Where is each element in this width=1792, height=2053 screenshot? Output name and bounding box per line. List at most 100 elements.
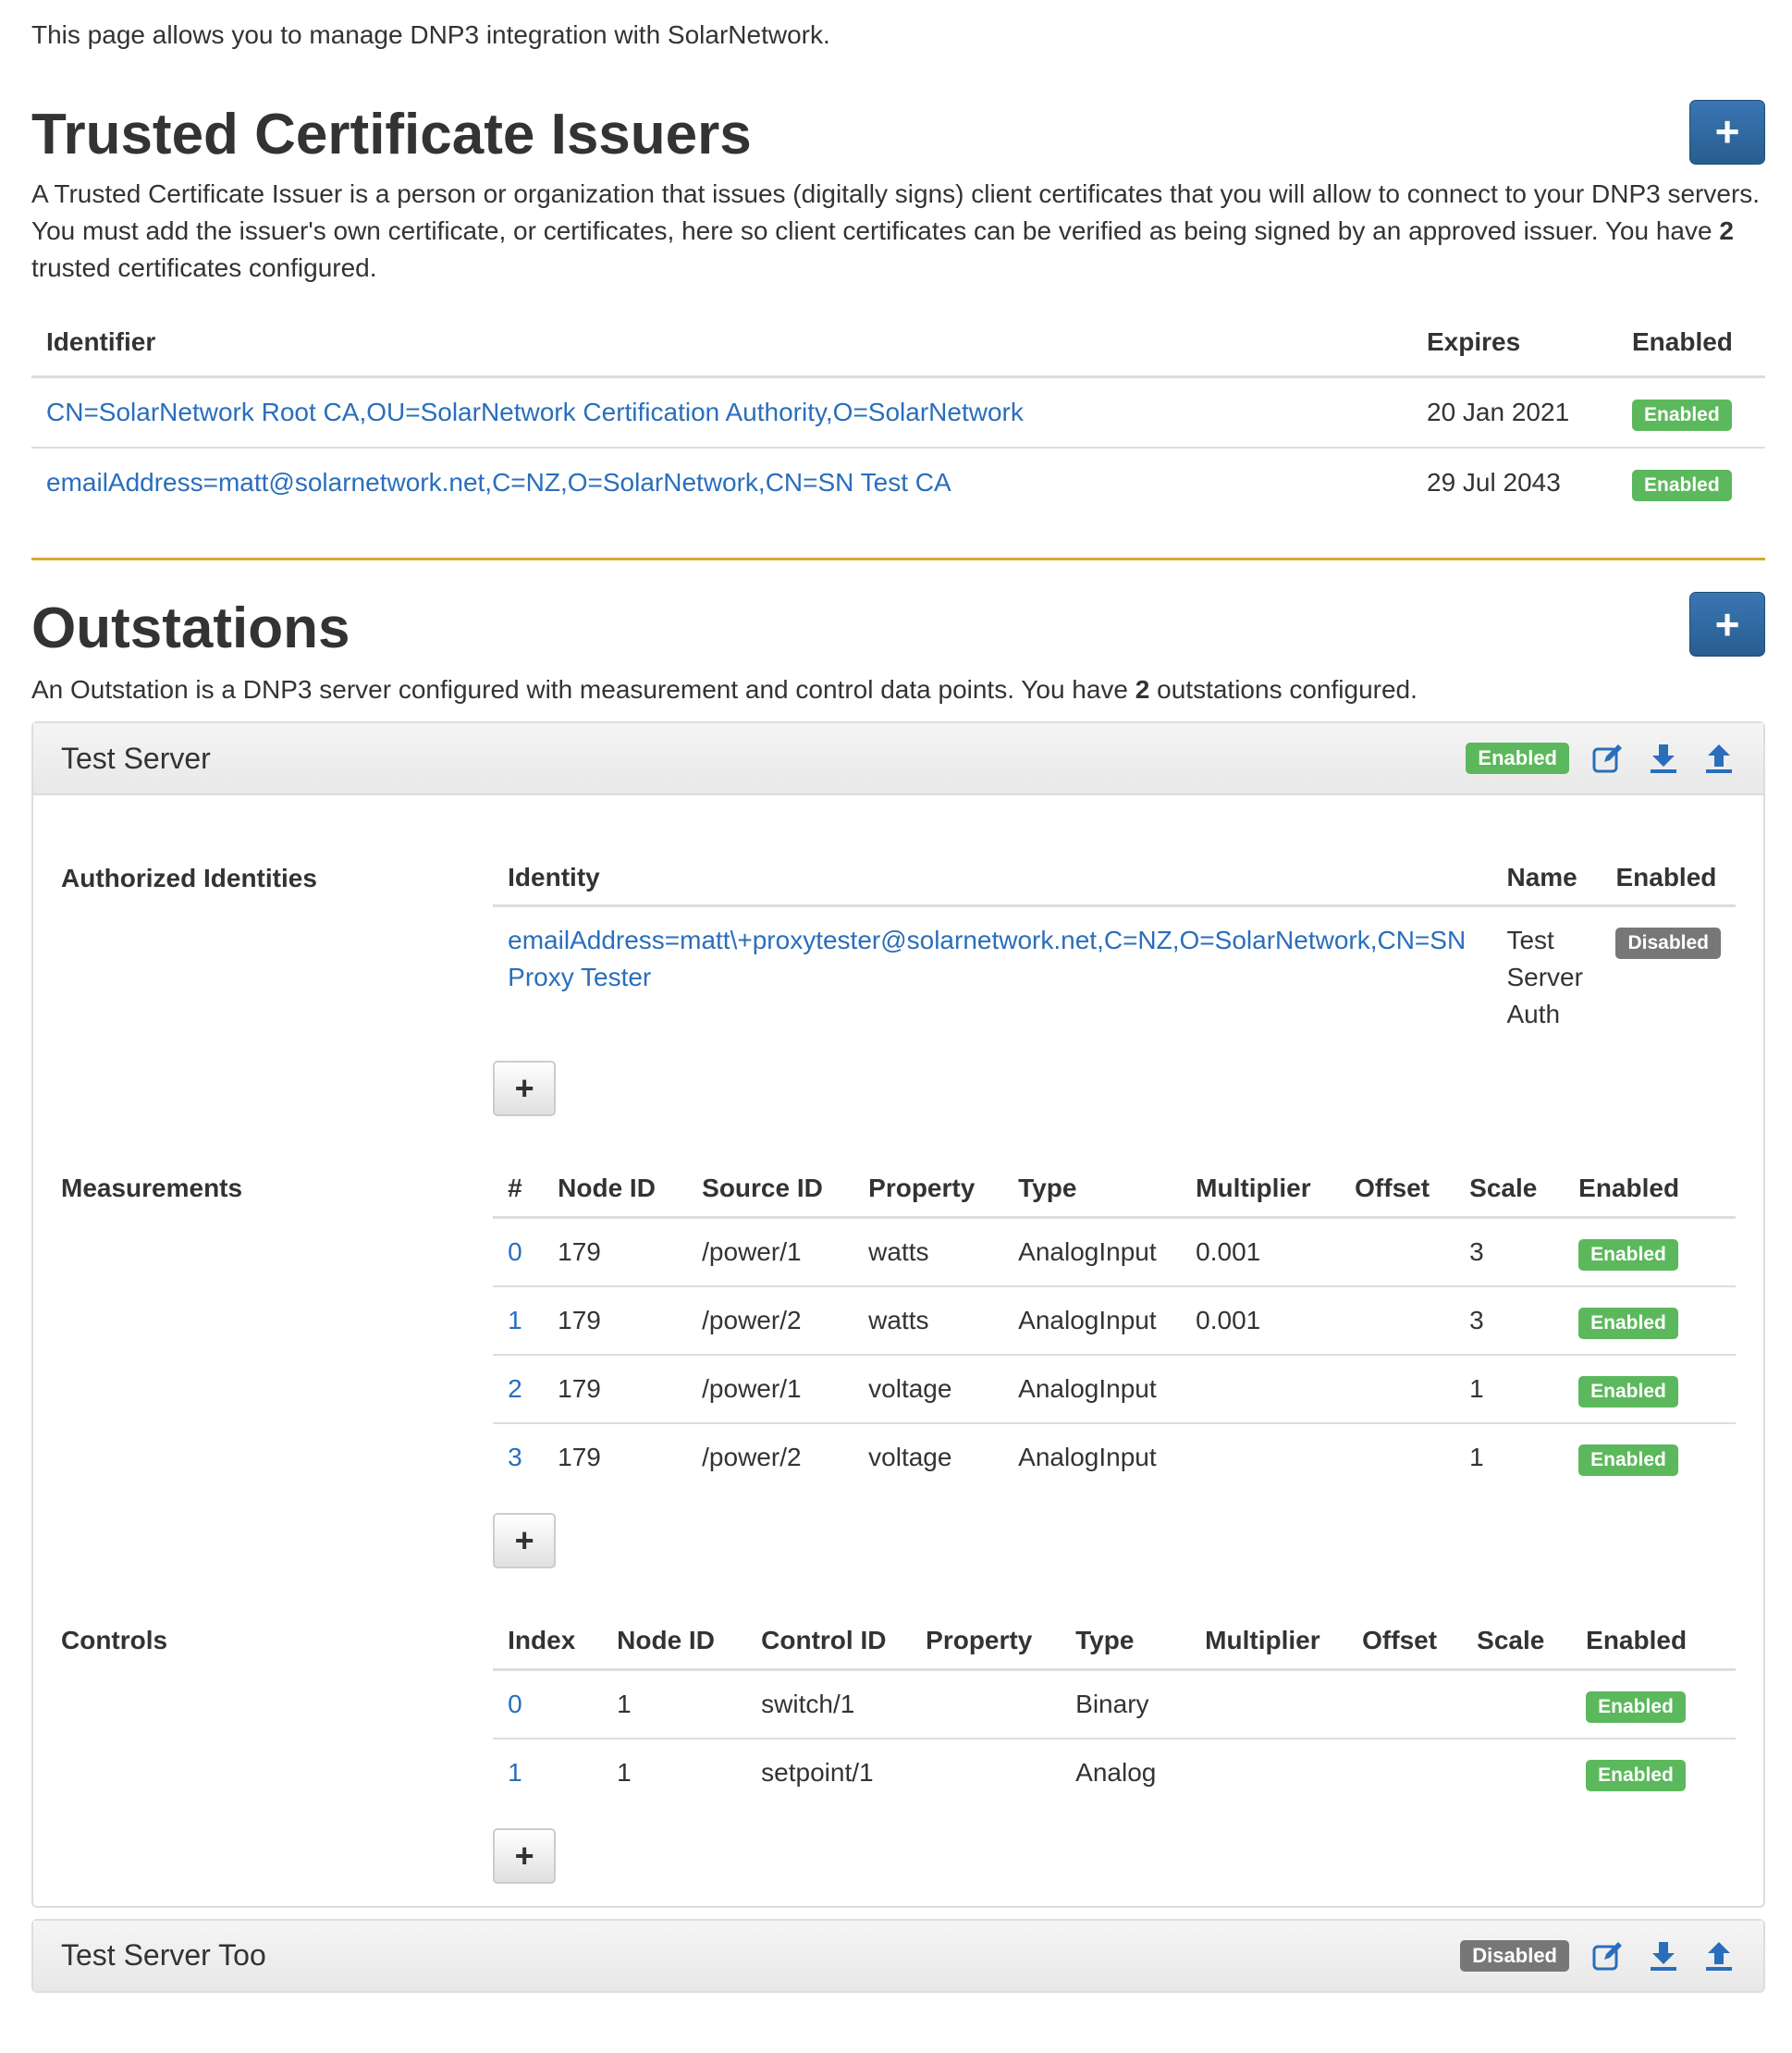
measurement-index-link[interactable]: 0 [508, 1237, 522, 1266]
column-header: Type [1003, 1150, 1182, 1219]
property-cell [911, 1739, 1061, 1806]
multiplier-cell [1190, 1739, 1347, 1806]
upload-icon[interactable] [1702, 1939, 1736, 1973]
control-id-cell: setpoint/1 [761, 1757, 874, 1787]
column-header: Multiplier [1190, 1603, 1348, 1671]
intro-text: This page allows you to manage DNP3 inte… [31, 20, 830, 49]
table-row: emailAddress=matt\+proxytester@solarnetw… [493, 906, 1736, 1061]
add-outstation-button[interactable]: + [1689, 592, 1765, 658]
plus-icon: + [514, 1069, 534, 1108]
column-header: Index [493, 1603, 603, 1671]
outstations-count: 2 [1135, 675, 1150, 705]
type-cell: AnalogInput [1003, 1354, 1182, 1424]
node-id-cell: 1 [602, 1669, 747, 1740]
status-badge: Enabled [1632, 400, 1732, 432]
upload-icon[interactable] [1702, 742, 1736, 775]
status-badge: Enabled [1578, 1307, 1678, 1339]
column-header: Identity [493, 840, 1492, 908]
multiplier-cell: 0.001 [1181, 1285, 1341, 1356]
control-index-link[interactable]: 0 [508, 1690, 522, 1718]
type-cell: AnalogInput [1003, 1285, 1182, 1356]
source-id-cell: /power/2 [687, 1285, 854, 1356]
column-header: Property [911, 1603, 1062, 1671]
add-issuer-button[interactable]: + [1689, 100, 1765, 165]
outstation-panel-header[interactable]: Test Server Too Disabled [33, 1920, 1763, 1991]
column-header: Identifier [31, 290, 1412, 379]
identity-link[interactable]: emailAddress=matt\+proxytester@solarnetw… [508, 926, 1466, 991]
outstation-tools: Enabled [1466, 742, 1736, 775]
table-row: 1 179 /power/2 watts AnalogInput 0.001 3… [493, 1285, 1736, 1356]
expires-cell: 20 Jan 2021 [1412, 376, 1617, 449]
node-id-cell: 179 [558, 1442, 601, 1471]
issuers-count: 2 [1719, 216, 1734, 246]
measurements-section: Measurements # Node ID Source ID Propert… [61, 1150, 1736, 1568]
scale-cell: 1 [1454, 1354, 1565, 1424]
outstation-name: Test Server Too [61, 1937, 266, 1972]
table-header-row: Identity Name Enabled [493, 840, 1736, 908]
column-header: Control ID [746, 1603, 912, 1671]
node-id-cell: 179 [543, 1217, 688, 1287]
edit-icon[interactable] [1591, 1939, 1625, 1973]
plus-icon: + [1714, 107, 1740, 156]
offset-cell [1347, 1739, 1462, 1806]
property-cell: watts [853, 1285, 1004, 1356]
section-divider [31, 558, 1765, 561]
measurement-index-link[interactable]: 1 [508, 1306, 522, 1334]
issuer-link[interactable]: emailAddress=matt@solarnetwork.net,C=NZ,… [46, 468, 951, 497]
page-content: This page allows you to manage DNP3 inte… [31, 0, 1765, 1993]
column-header: Node ID [602, 1603, 747, 1671]
type-cell: Analog [1075, 1757, 1157, 1787]
download-icon[interactable] [1647, 742, 1680, 775]
edit-icon[interactable] [1591, 742, 1625, 775]
plus-icon: + [514, 1837, 534, 1875]
column-header: Enabled [1617, 290, 1765, 379]
measurement-index-link[interactable]: 3 [508, 1443, 522, 1471]
offset-cell [1340, 1354, 1455, 1424]
add-identity-button[interactable]: + [493, 1060, 557, 1116]
column-header: Type [1061, 1603, 1191, 1671]
control-id-cell: switch/1 [746, 1669, 912, 1740]
controls-table: Index Node ID Control ID Property Type M… [493, 1603, 1736, 1806]
add-measurement-button[interactable]: + [493, 1512, 557, 1568]
outstations-desc-after: outstations configured. [1157, 675, 1418, 705]
outstation-panel-body: Authorized Identities Identity Name Enab… [33, 795, 1763, 1905]
plus-icon: + [514, 1521, 534, 1560]
multiplier-cell [1181, 1423, 1340, 1491]
table-row: 3 179 /power/2 voltage AnalogInput 1 Ena… [493, 1423, 1736, 1491]
measurement-index-link[interactable]: 2 [508, 1374, 522, 1403]
scale-cell: 1 [1469, 1442, 1484, 1471]
multiplier-cell [1190, 1669, 1348, 1740]
issuers-title: Trusted Certificate Issuers [31, 103, 752, 166]
outstation-panel-header[interactable]: Test Server Enabled [33, 723, 1763, 796]
section-label: Controls [61, 1625, 168, 1654]
issuers-desc-before: A Trusted Certificate Issuer is a person… [31, 179, 1761, 246]
offset-cell [1340, 1423, 1454, 1491]
status-badge: Enabled [1578, 1375, 1678, 1408]
offset-cell [1340, 1217, 1455, 1287]
column-header: Offset [1340, 1150, 1455, 1219]
column-header: Node ID [543, 1150, 688, 1219]
outstations-header: Outstations + [31, 592, 1765, 660]
plus-icon: + [1714, 599, 1740, 648]
download-icon[interactable] [1647, 1939, 1680, 1973]
control-index-link[interactable]: 1 [508, 1758, 522, 1787]
issuers-table: Identifier Expires Enabled CN=SolarNetwo… [31, 290, 1765, 517]
table-row: emailAddress=matt@solarnetwork.net,C=NZ,… [31, 448, 1765, 517]
add-control-button[interactable]: + [493, 1827, 557, 1884]
section-label: Authorized Identities [61, 864, 317, 893]
node-id-cell: 179 [543, 1354, 688, 1424]
identities-table: Identity Name Enabled emailAddress=matt\… [493, 840, 1736, 1060]
scale-cell [1462, 1739, 1571, 1806]
column-header: Scale [1462, 1603, 1572, 1671]
issuers-desc-after: trusted certificates configured. [31, 253, 377, 283]
issuer-link[interactable]: CN=SolarNetwork Root CA,OU=SolarNetwork … [46, 398, 1024, 426]
controls-section: Controls Index Node ID Control ID Proper… [61, 1603, 1736, 1884]
source-id-cell: /power/2 [702, 1442, 802, 1471]
source-id-cell: /power/1 [687, 1217, 854, 1287]
table-header-row: Index Node ID Control ID Property Type M… [493, 1603, 1736, 1671]
column-header: Enabled [1601, 840, 1736, 908]
scale-cell: 3 [1454, 1285, 1565, 1356]
column-header: Enabled [1571, 1603, 1736, 1671]
outstation-panel: Test Server Enabled Authorized Identitie… [31, 721, 1765, 1908]
table-row: 0 179 /power/1 watts AnalogInput 0.001 3… [493, 1217, 1736, 1287]
